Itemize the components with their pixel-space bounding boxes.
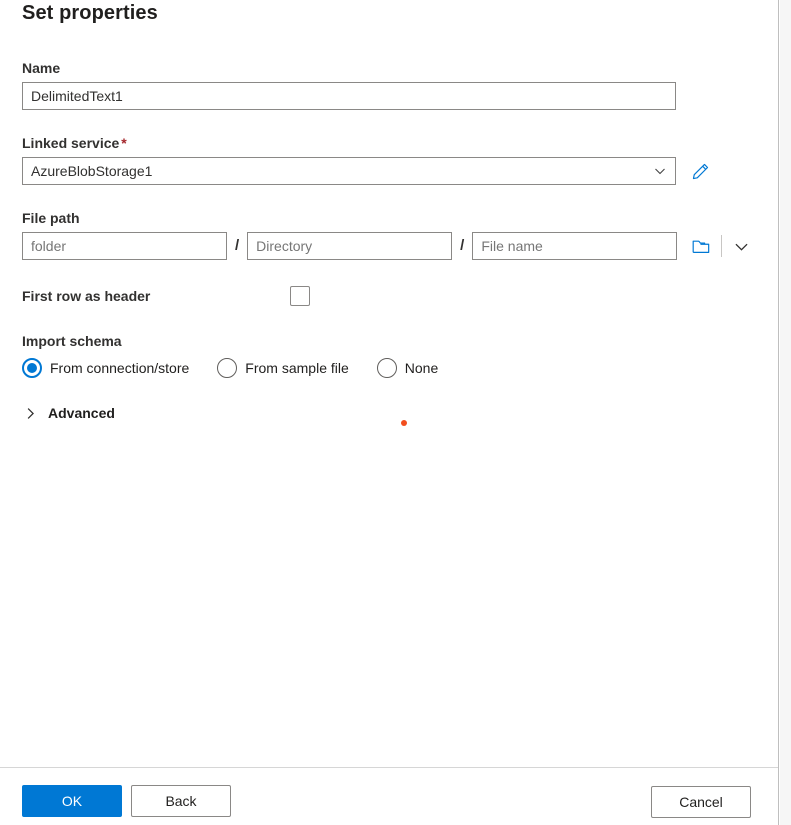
radio-label: From sample file [245, 360, 349, 376]
file-path-separator-1: / [235, 237, 240, 254]
linked-service-dropdown[interactable]: AzureBlobStorage1 [22, 157, 676, 185]
back-button[interactable]: Back [131, 785, 231, 817]
radio-none[interactable]: None [376, 358, 439, 378]
file-path-file-name-input[interactable] [472, 232, 678, 260]
field-group-name: Name [22, 59, 756, 110]
file-path-directory-input[interactable] [247, 232, 453, 260]
field-group-linked-service: Linked service * AzureBlobStorage1 [22, 134, 756, 185]
panel-footer: OK Back Cancel [0, 767, 778, 825]
required-asterisk: * [121, 135, 127, 151]
file-path-container-input[interactable] [22, 232, 227, 260]
right-gutter [780, 0, 791, 825]
advanced-label: Advanced [48, 405, 115, 421]
import-schema-label: Import schema [22, 333, 122, 349]
first-row-as-header-label: First row as header [22, 288, 151, 304]
radio-label: From connection/store [50, 360, 190, 376]
file-path-separator-2: / [460, 237, 465, 254]
radio-mark-icon [217, 358, 238, 378]
name-label: Name [22, 60, 61, 76]
cursor-position-marker [401, 420, 407, 426]
field-group-file-path: File path / / [22, 209, 756, 260]
ok-button[interactable]: OK [22, 785, 122, 817]
radio-from-connection-store[interactable]: From connection/store [22, 358, 189, 378]
toolbar-divider [721, 235, 723, 257]
first-row-as-header-row: First row as header [22, 282, 756, 310]
radio-from-sample-file[interactable]: From sample file [217, 358, 349, 378]
linked-service-value: AzureBlobStorage1 [31, 163, 153, 179]
panel-body: Set properties Name Linked service* Azur… [0, 0, 778, 767]
file-path-chevron-down-icon[interactable] [732, 237, 750, 255]
import-schema-radio-group: From connection/store From sample file N… [22, 358, 756, 378]
set-properties-panel: Set properties Name Linked service* Azur… [0, 0, 779, 825]
first-row-as-header-checkbox[interactable] [290, 286, 310, 306]
advanced-expander[interactable]: Advanced [22, 401, 756, 425]
radio-label: None [404, 360, 439, 376]
name-input[interactable] [22, 82, 676, 110]
pencil-icon[interactable] [690, 161, 710, 181]
linked-service-row: AzureBlobStorage1 [22, 157, 756, 185]
chevron-right-icon [22, 405, 38, 421]
radio-mark-icon [22, 358, 42, 378]
linked-service-label-text: Linked service [22, 135, 120, 151]
file-path-row: / / [22, 232, 756, 260]
chevron-down-icon [653, 164, 667, 178]
file-path-label: File path [22, 210, 80, 226]
folder-icon[interactable] [691, 236, 711, 256]
linked-service-label: Linked service * [22, 134, 756, 152]
page-title: Set properties [22, 2, 158, 24]
radio-mark-icon [376, 358, 397, 378]
field-group-import-schema: Import schema From connection/store From… [22, 332, 756, 378]
cancel-button[interactable]: Cancel [651, 786, 751, 818]
